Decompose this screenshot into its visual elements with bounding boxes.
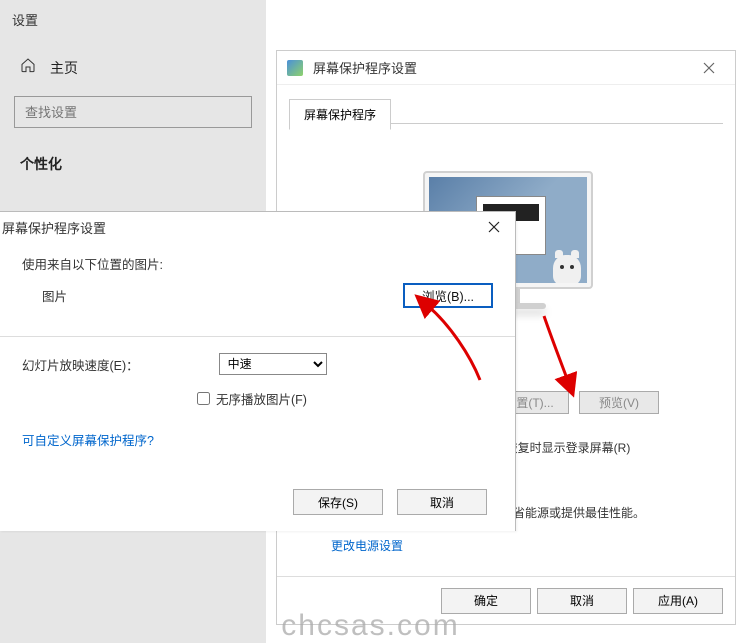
speed-label: 幻灯片放映速度(E)： [22,355,139,374]
screensaver-title-icon [287,60,303,76]
home-nav-item[interactable]: 主页 [0,49,266,92]
shuffle-row[interactable]: 无序播放图片(F) [193,389,493,408]
use-pictures-label: 使用来自以下位置的图片: [22,254,493,273]
photo-close-button[interactable] [479,215,509,239]
shuffle-label: 无序播放图片(F) [216,389,307,408]
browse-button[interactable]: 浏览(B)... [403,283,493,308]
photo-titlebar: 屏幕保护程序设置 [0,212,515,242]
section-personalization: 个性化 [20,154,266,174]
photo-settings-dialog: 屏幕保护程序设置 使用来自以下位置的图片: 图片 浏览(B)... 幻灯片放映速… [0,211,516,531]
screensaver-title: 屏幕保护程序设置 [313,58,689,77]
close-icon [488,221,500,233]
screensaver-titlebar: 屏幕保护程序设置 [277,51,735,85]
search-input[interactable] [14,96,252,128]
save-button[interactable]: 保存(S) [293,489,383,515]
apply-button[interactable]: 应用(A) [633,588,723,614]
folder-name: 图片 [42,286,403,305]
settings-app-title: 设置 [0,0,266,49]
custom-screensaver-link[interactable]: 可自定义屏幕保护程序? [22,430,493,449]
close-icon [703,62,715,74]
shuffle-checkbox[interactable] [197,392,210,405]
separator [0,336,515,337]
photo-title: 屏幕保护程序设置 [2,218,479,237]
change-power-link[interactable]: 更改电源设置 [331,537,403,554]
search-wrap [14,96,252,128]
speed-select[interactable]: 中速 [219,353,327,375]
photo-footer: 保存(S) 取消 [293,489,487,515]
photo-cancel-button[interactable]: 取消 [397,489,487,515]
watermark: chcsas.com [281,609,459,643]
screensaver-close-button[interactable] [689,53,729,83]
home-label: 主页 [50,58,78,78]
tab-screensaver[interactable]: 屏幕保护程序 [289,99,391,130]
preview-button[interactable]: 预览(V) [579,391,659,414]
home-icon [20,57,36,78]
cancel-button[interactable]: 取消 [537,588,627,614]
